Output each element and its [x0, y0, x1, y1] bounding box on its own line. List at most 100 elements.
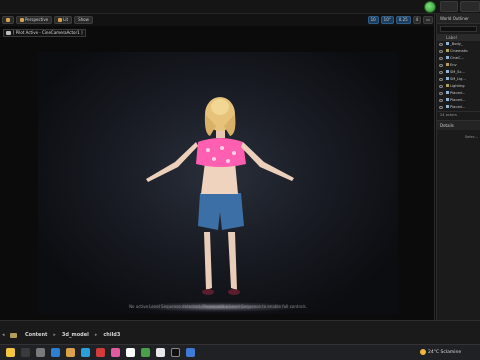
details-panel: Details Selec...	[436, 120, 480, 320]
actor-icon	[446, 77, 449, 80]
perspective-icon	[20, 18, 24, 22]
level-viewport[interactable]: Perspective Lit Show 10 10° 0.25 4 ▭ [ P…	[0, 14, 435, 320]
content-browser-path-bar: ◂ Content ▸ 3d_model ▸ child3	[0, 320, 480, 344]
outliner-row[interactable]: _Body_	[437, 41, 480, 48]
outliner-row[interactable]: CineC...	[437, 55, 480, 62]
outliner-row-label: Env	[450, 63, 457, 67]
visibility-eye-icon[interactable]	[439, 106, 443, 109]
outliner-row[interactable]: SM_Lig...	[437, 76, 480, 83]
breadcrumb-separator-icon: ▸	[53, 332, 56, 338]
breadcrumb-separator-icon: ▸	[94, 332, 98, 338]
perspective-button[interactable]: Perspective	[16, 16, 53, 24]
world-outliner-panel: World Outliner Label _Body_ Cinematic Cine…	[436, 14, 480, 120]
outliner-row-label: Lighting	[450, 84, 465, 88]
lit-button[interactable]: Lit	[54, 16, 73, 24]
outliner-row[interactable]: Cinematic	[437, 48, 480, 55]
camera-speed-button[interactable]: 4	[412, 16, 422, 24]
outliner-row[interactable]: Env	[437, 62, 480, 69]
menu-icon	[6, 18, 10, 22]
rotation-snap-button[interactable]: 10°	[380, 16, 394, 24]
sun-icon	[420, 349, 426, 355]
taskbar-app-icon[interactable]	[186, 348, 195, 357]
denim-shorts	[198, 193, 244, 230]
breadcrumb-content[interactable]: Content	[25, 332, 47, 338]
taskbar-app-icon[interactable]	[126, 348, 135, 357]
viewport-options-button[interactable]	[2, 16, 14, 24]
outliner-row[interactable]: SM_Sc...	[437, 69, 480, 76]
actor-icon	[446, 56, 449, 59]
taskbar-app-icon[interactable]	[111, 348, 120, 357]
scale-value: 0.25	[398, 17, 408, 22]
folder-icon	[446, 84, 449, 87]
outliner-label-column[interactable]: Label	[437, 34, 480, 41]
outliner-row[interactable]: Placed...	[437, 104, 480, 111]
actor-icon	[446, 91, 449, 94]
outliner-row-label: SM_Lig...	[450, 77, 466, 81]
outliner-row-label: Cinematic	[450, 49, 469, 53]
actor-icon	[446, 70, 449, 73]
outliner-row[interactable]: Lighting	[437, 83, 480, 90]
pink-top	[196, 138, 246, 167]
visibility-eye-icon[interactable]	[439, 57, 443, 60]
actor-icon	[446, 98, 449, 101]
outliner-search-input[interactable]	[440, 26, 477, 32]
grid-value: 10	[370, 17, 376, 22]
taskbar-app-icon[interactable]	[6, 348, 15, 357]
weather-widget[interactable]: 24°C Sclamine	[420, 349, 461, 355]
taskbar-app-icon[interactable]	[51, 348, 60, 357]
unreal-engine-icon[interactable]	[171, 348, 180, 357]
folder-icon	[446, 63, 449, 66]
play-button[interactable]	[424, 1, 436, 13]
actor-icon	[446, 105, 449, 108]
character-model[interactable]	[38, 52, 398, 314]
visibility-eye-icon[interactable]	[439, 64, 443, 67]
lit-label: Lit	[63, 17, 69, 22]
taskbar-app-icon[interactable]	[21, 348, 30, 357]
sequencer-hint-text: No active Level Sequence detected. Pleas…	[129, 304, 307, 309]
outliner-row-label: Placed...	[450, 105, 466, 109]
grid-snap-button[interactable]: 10	[367, 16, 379, 24]
visibility-eye-icon[interactable]	[439, 50, 443, 53]
taskbar-app-icon[interactable]	[141, 348, 150, 357]
maximize-viewport-button[interactable]: ▭	[423, 16, 433, 24]
taskbar-app-icon[interactable]	[36, 348, 45, 357]
breadcrumb-child3[interactable]: child3	[103, 332, 120, 338]
viewport-toolbar: Perspective Lit Show 10 10° 0.25 4 ▭	[0, 14, 434, 26]
hair-highlight	[211, 99, 229, 115]
angle-value: 10°	[383, 17, 391, 22]
show-button[interactable]: Show	[74, 16, 93, 24]
left-arm	[146, 142, 198, 182]
outliner-row[interactable]: Placed...	[437, 97, 480, 104]
pilot-label-text: [ Pilot Active - CineCameraActor1 ]	[13, 30, 83, 35]
visibility-eye-icon[interactable]	[439, 99, 443, 102]
visibility-eye-icon[interactable]	[439, 92, 443, 95]
maximize-icon: ▭	[426, 17, 430, 22]
left-shoe	[202, 289, 214, 295]
visibility-eye-icon[interactable]	[439, 71, 443, 74]
left-leg	[204, 232, 212, 290]
taskbar-app-icon[interactable]	[66, 348, 75, 357]
details-hint: Selec...	[464, 135, 478, 139]
visibility-eye-icon[interactable]	[439, 43, 443, 46]
folder-icon	[10, 332, 17, 338]
visibility-eye-icon[interactable]	[439, 78, 443, 81]
nav-back-icon[interactable]: ◂	[2, 332, 5, 338]
outliner-tree: _Body_ Cinematic CineC... Env SM_Sc... SM_Lig…	[437, 41, 480, 111]
rendered-scene[interactable]: No active Level Sequence detected. Pleas…	[38, 52, 398, 314]
show-label: Show	[78, 17, 89, 22]
details-title: Details	[437, 121, 480, 130]
taskbar-app-icon[interactable]	[96, 348, 105, 357]
toolbar-tab-2[interactable]	[460, 1, 480, 12]
perspective-label: Perspective	[25, 17, 49, 22]
outliner-row-label: Placed...	[450, 91, 466, 95]
pilot-active-label: [ Pilot Active - CineCameraActor1 ]	[3, 29, 86, 37]
camera-speed-value: 4	[415, 17, 419, 22]
taskbar-app-icon[interactable]	[81, 348, 90, 357]
breadcrumb-3d-model[interactable]: 3d_model	[62, 332, 89, 338]
outliner-row-label: CineC...	[450, 56, 464, 60]
outliner-row[interactable]: Placed...	[437, 90, 480, 97]
toolbar-tab-1[interactable]	[440, 1, 458, 12]
visibility-eye-icon[interactable]	[439, 85, 443, 88]
scale-snap-button[interactable]: 0.25	[395, 16, 411, 24]
taskbar-app-icon[interactable]	[156, 348, 165, 357]
